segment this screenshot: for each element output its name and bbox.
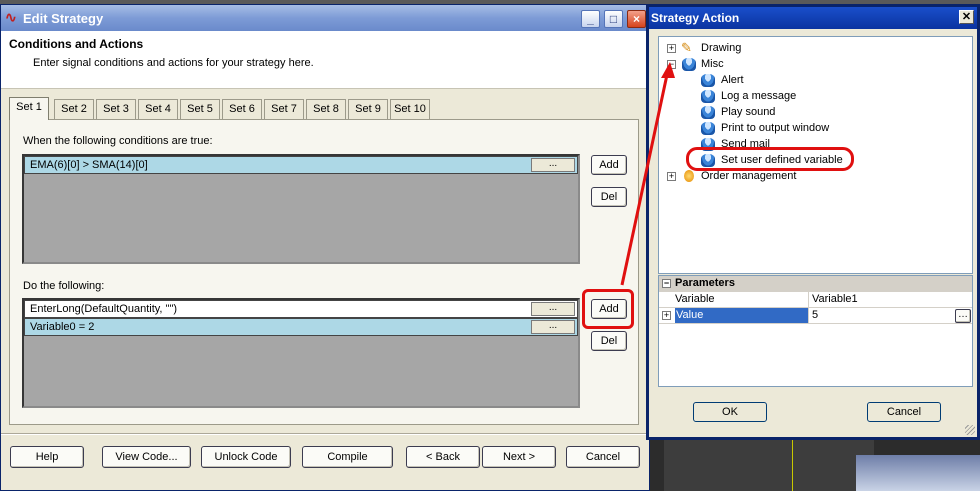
arrow-line [620,69,670,286]
tab-set-1[interactable]: Set 1 [9,97,49,120]
annotation-arrow [620,62,675,286]
arrow-head [661,62,675,78]
